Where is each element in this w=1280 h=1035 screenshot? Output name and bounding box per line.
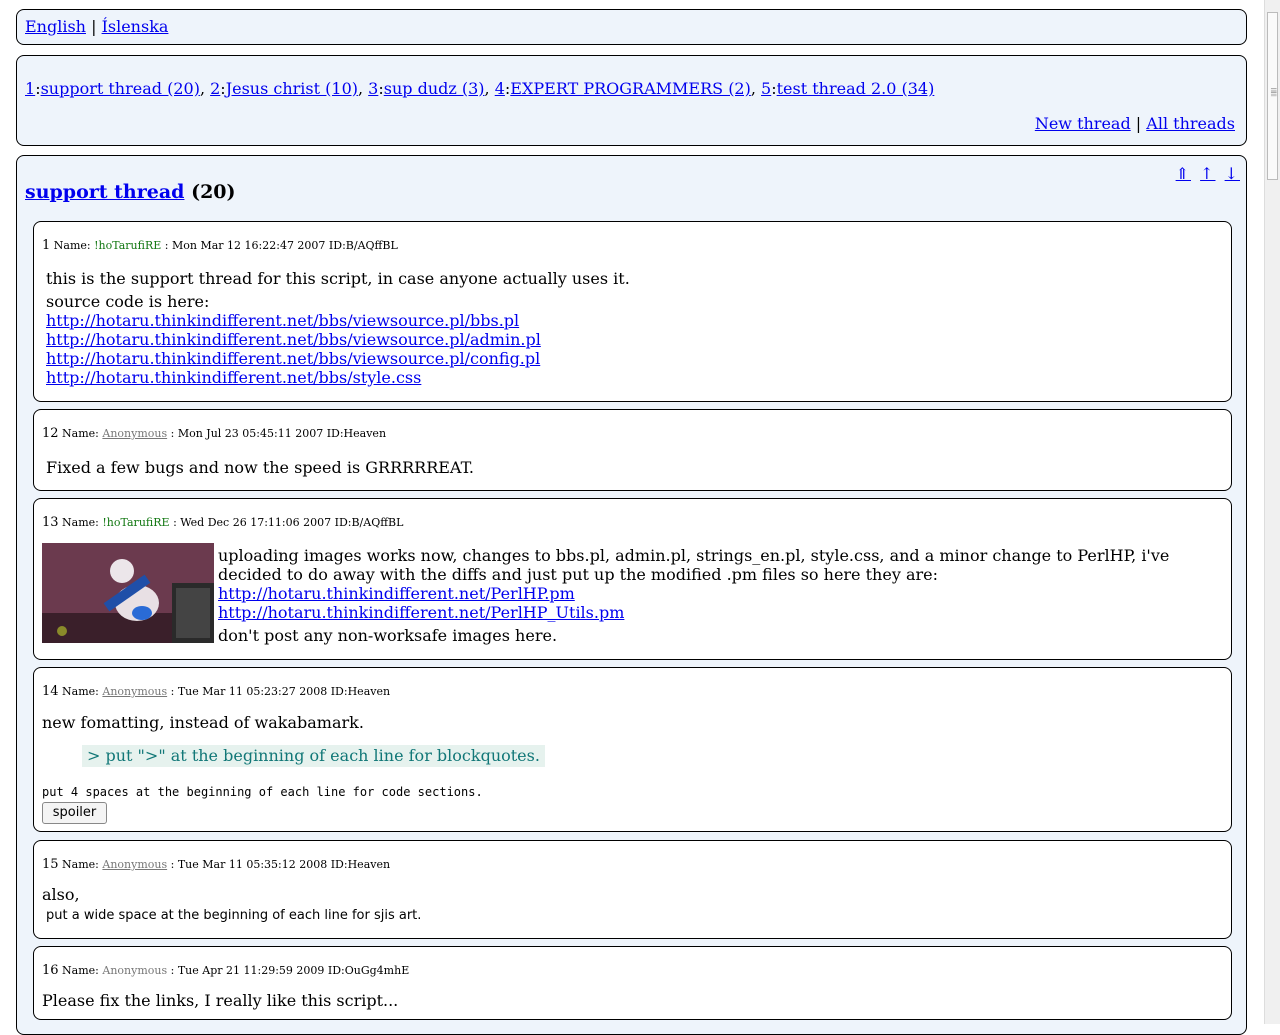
blockquote: > put ">" at the beginning of each line … [82, 745, 545, 767]
thread-title-link[interactable]: sup dudz (3) [384, 79, 485, 98]
next-thread-arrow-icon[interactable]: ↓ [1225, 164, 1240, 183]
source-link[interactable]: http://hotaru.thinkindifferent.net/bbs/s… [46, 368, 421, 387]
all-threads-link[interactable]: All threads [1146, 114, 1235, 133]
post-number[interactable]: 15 [42, 857, 59, 872]
post-header: 13 Name: !hoTarufiRE : Wed Dec 26 17:11:… [42, 515, 403, 530]
thread-num-link[interactable]: 5 [761, 79, 771, 98]
post-text: uploading images works now, changes to b… [218, 546, 1170, 584]
vertical-scrollbar[interactable]: ≡ ≡ [1264, 0, 1280, 1024]
new-thread-link[interactable]: New thread [1035, 114, 1131, 133]
source-link[interactable]: http://hotaru.thinkindifferent.net/bbs/v… [46, 349, 540, 368]
thread-title-link[interactable]: EXPERT PROGRAMMERS (2) [510, 79, 751, 98]
name-label: Name: [62, 858, 99, 871]
thread-navigation: ⇑ ↑ ↓ [1174, 164, 1240, 183]
poster-name[interactable]: Anonymous [102, 685, 167, 698]
thread-num-link[interactable]: 2 [210, 79, 220, 98]
name-label: Name: [62, 516, 99, 529]
scrollbar-thumb[interactable]: ≡ ≡ [1267, 12, 1278, 180]
spoiler-button[interactable]: spoiler [42, 802, 107, 824]
poster-name: Anonymous [102, 964, 168, 977]
reply-count: (20) [191, 181, 236, 203]
post-date: : Mon Jul 23 05:45:11 2007 ID:Heaven [170, 427, 387, 440]
thread-title-link[interactable]: support thread (20) [41, 79, 200, 98]
code-section: put 4 spaces at the beginning of each li… [42, 785, 483, 799]
source-link[interactable]: http://hotaru.thinkindifferent.net/bbs/v… [46, 311, 519, 330]
actions-separator: | [1135, 114, 1142, 133]
thread-list: 1:support thread (20), 2:Jesus christ (1… [25, 79, 935, 98]
first-thread-arrow-icon[interactable]: ⇑ [1176, 164, 1191, 183]
post: 14 Name: Anonymous : Tue Mar 11 05:23:27… [33, 667, 1232, 832]
post-number[interactable]: 1 [42, 238, 50, 253]
post-number[interactable]: 13 [42, 515, 59, 530]
post-date: : Tue Mar 11 05:35:12 2008 ID:Heaven [170, 858, 391, 871]
thread-actions: New thread | All threads [1035, 114, 1235, 133]
thread-heading: support thread (20) [25, 181, 236, 203]
name-label: Name: [62, 964, 99, 977]
post-number[interactable]: 16 [42, 963, 59, 978]
post-text: Please fix the links, I really like this… [42, 991, 399, 1010]
poster-name[interactable]: Anonymous [102, 427, 167, 440]
lang-icelandic-link[interactable]: Íslenska [102, 17, 169, 36]
post: 1 Name: !hoTarufiRE : Mon Mar 12 16:22:4… [33, 221, 1232, 402]
post-header: 15 Name: Anonymous : Tue Mar 11 05:35:12… [42, 857, 390, 872]
poster-name[interactable]: Anonymous [102, 858, 167, 871]
post-header: 16 Name: Anonymous : Tue Apr 21 11:29:59… [42, 963, 409, 978]
post-text: also, [42, 885, 80, 904]
prev-thread-arrow-icon[interactable]: ↑ [1200, 164, 1215, 183]
grip-icon: ≡ ≡ [1270, 86, 1278, 100]
source-link[interactable]: http://hotaru.thinkindifferent.net/bbs/v… [46, 330, 541, 349]
post-number[interactable]: 12 [42, 426, 59, 441]
thread-menu: 1:support thread (20), 2:Jesus christ (1… [16, 55, 1247, 146]
post: 13 Name: !hoTarufiRE : Wed Dec 26 17:11:… [33, 498, 1232, 660]
post-image-thumbnail[interactable] [42, 543, 214, 643]
thread-title-link[interactable]: support thread [25, 181, 184, 203]
poster-name: !hoTarufiRE [102, 516, 170, 529]
file-link[interactable]: http://hotaru.thinkindifferent.net/PerlH… [218, 584, 575, 603]
post-text: new fomatting, instead of wakabamark. [42, 713, 364, 732]
cat-guitar-image [42, 543, 214, 643]
post-date: : Wed Dec 26 17:11:06 2007 ID:B/AQffBL [173, 516, 404, 529]
post-number[interactable]: 14 [42, 684, 59, 699]
poster-name: !hoTarufiRE [94, 239, 162, 252]
post: 12 Name: Anonymous : Mon Jul 23 05:45:11… [33, 409, 1232, 491]
thread-num-link[interactable]: 3 [368, 79, 378, 98]
post-text: source code is here: [46, 292, 210, 311]
post-text: don't post any non-worksafe images here. [218, 626, 558, 645]
lang-separator: | [91, 17, 97, 36]
file-link[interactable]: http://hotaru.thinkindifferent.net/PerlH… [218, 603, 624, 622]
post-header: 1 Name: !hoTarufiRE : Mon Mar 12 16:22:4… [42, 238, 398, 253]
thread-container: ⇑ ↑ ↓ support thread (20) 1 Name: !hoTar… [16, 155, 1247, 1035]
thread-title-link[interactable]: test thread 2.0 (34) [777, 79, 935, 98]
thread-num-link[interactable]: 1 [25, 79, 35, 98]
post-date: : Mon Mar 12 16:22:47 2007 ID:B/AQffBL [164, 239, 398, 252]
name-label: Name: [53, 239, 91, 252]
post-text: Fixed a few bugs and now the speed is GR… [46, 458, 475, 477]
post-header: 14 Name: Anonymous : Tue Mar 11 05:23:27… [42, 684, 390, 699]
thread-num-link[interactable]: 4 [495, 79, 505, 98]
post-text: this is the support thread for this scri… [46, 269, 630, 288]
lang-english-link[interactable]: English [25, 17, 86, 36]
name-label: Name: [62, 685, 99, 698]
sjis-art: put a wide space at the beginning of eac… [46, 908, 422, 923]
post-date: : Tue Mar 11 05:23:27 2008 ID:Heaven [170, 685, 391, 698]
post-date: : Tue Apr 21 11:29:59 2009 ID:OuGg4mhE [170, 964, 410, 977]
name-label: Name: [62, 427, 99, 440]
post: 16 Name: Anonymous : Tue Apr 21 11:29:59… [33, 946, 1232, 1020]
post-header: 12 Name: Anonymous : Mon Jul 23 05:45:11… [42, 426, 386, 441]
language-bar: English | Íslenska [16, 9, 1247, 45]
post-body: uploading images works now, changes to b… [218, 546, 1218, 645]
thread-title-link[interactable]: Jesus christ (10) [226, 79, 358, 98]
post-body: this is the support thread for this scri… [46, 269, 630, 387]
post: 15 Name: Anonymous : Tue Mar 11 05:35:12… [33, 840, 1232, 939]
